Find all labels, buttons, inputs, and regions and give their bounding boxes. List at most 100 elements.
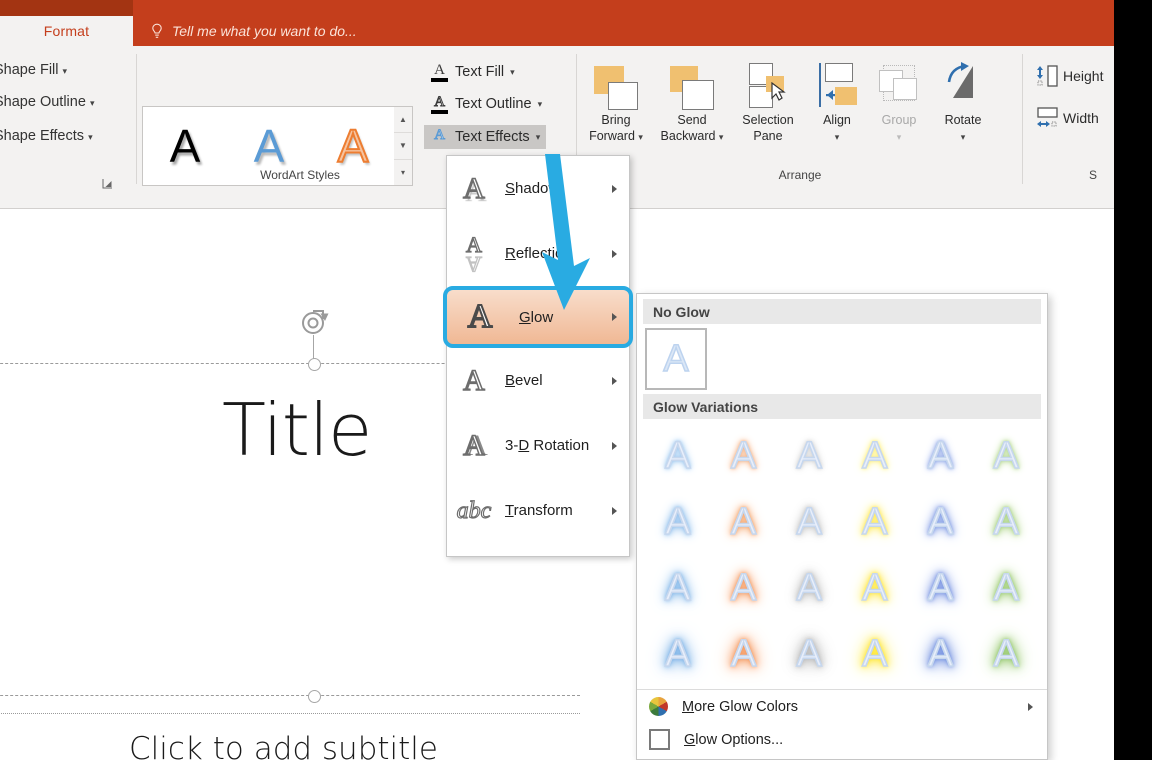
menu-item-shadow[interactable]: A Shadow <box>447 156 629 221</box>
text-fill-button[interactable]: A Text Fill ▾ <box>424 60 521 84</box>
shape-styles-dialog-launcher[interactable] <box>102 178 113 192</box>
glow-variation-letter: A <box>993 569 1018 607</box>
width-field[interactable]: Width <box>1036 106 1099 130</box>
title-bar-left-accent <box>0 0 133 16</box>
dialog-launcher-icon <box>102 178 113 189</box>
text-effects-button[interactable]: A Text Effects ▾ <box>424 125 546 149</box>
glow-variation-cell[interactable]: A <box>908 423 974 489</box>
gallery-scroll-up[interactable]: ▲ <box>394 107 412 133</box>
letter-a-3d-icon: A <box>457 428 491 464</box>
tab-format-label: Format <box>44 23 90 39</box>
align-label: Align <box>808 112 866 128</box>
gallery-scroll-down[interactable]: ▼ <box>394 133 412 159</box>
glow-variation-cell[interactable]: A <box>842 555 908 621</box>
text-outline-button[interactable]: A Text Outline ▾ <box>424 92 548 116</box>
wordart-style-3[interactable]: A <box>338 123 369 169</box>
chevron-down-icon: ▾ <box>63 66 68 76</box>
tell-me-search[interactable]: Tell me what you want to do... <box>150 16 357 46</box>
glow-variation-cell[interactable]: A <box>711 555 777 621</box>
bring-forward-line1: Bring <box>580 112 652 128</box>
menu-item-transform-label: Transform <box>505 502 573 519</box>
glow-variation-cell[interactable]: A <box>711 489 777 555</box>
text-outline-label: Text Outline <box>455 96 532 112</box>
align-button[interactable]: Align ▾ <box>808 60 866 145</box>
subtitle-top-handle[interactable] <box>308 690 321 703</box>
gallery-expand[interactable]: ▾ <box>394 160 412 185</box>
glow-variation-letter: A <box>796 503 821 541</box>
no-glow-letter: A <box>663 338 688 381</box>
glow-variation-letter: A <box>928 635 953 673</box>
more-glow-colors-item[interactable]: More Glow Colors <box>637 690 1047 723</box>
glow-variation-cell[interactable]: A <box>973 423 1039 489</box>
rotate-label: Rotate <box>932 112 994 128</box>
wordart-styles-group-label: WordArt Styles <box>240 168 360 182</box>
bring-forward-button[interactable]: Bring Forward ▾ <box>580 60 652 145</box>
no-glow-swatch[interactable]: A <box>645 328 707 390</box>
glow-variation-letter: A <box>928 503 953 541</box>
rotation-handle-icon[interactable] <box>299 309 329 337</box>
menu-item-reflection[interactable]: A A Reflection <box>447 221 629 286</box>
glow-variation-cell[interactable]: A <box>776 555 842 621</box>
glow-variations-header: Glow Variations <box>643 394 1041 419</box>
glow-variation-letter: A <box>993 503 1018 541</box>
shape-effects-button[interactable]: Shape Effects ▾ <box>0 128 93 144</box>
submenu-arrow-icon <box>612 377 617 385</box>
glow-variation-cell[interactable]: A <box>645 555 711 621</box>
selection-pane-button[interactable]: Selection Pane <box>732 60 804 144</box>
tab-format[interactable]: Format <box>0 16 133 46</box>
glow-variation-cell[interactable]: A <box>908 621 974 687</box>
slide-subtitle[interactable]: Click to add subtitle <box>129 731 438 760</box>
shape-outline-label: Shape Outline <box>0 94 86 110</box>
glow-variation-cell[interactable]: A <box>842 621 908 687</box>
menu-item-bevel[interactable]: A Bevel <box>447 348 629 413</box>
glow-variation-cell[interactable]: A <box>776 489 842 555</box>
powerpoint-window: Format Tell me what you want to do... Sh… <box>0 0 1152 760</box>
glow-variation-cell[interactable]: A <box>776 423 842 489</box>
glow-variation-cell[interactable]: A <box>645 423 711 489</box>
menu-item-transform[interactable]: abc Transform <box>447 478 629 543</box>
glow-variation-cell[interactable]: A <box>842 489 908 555</box>
rotate-button[interactable]: Rotate ▾ <box>932 60 994 145</box>
menu-item-3d-rotation-label: 3-D Rotation <box>505 437 589 454</box>
glow-variation-cell[interactable]: A <box>908 555 974 621</box>
send-backward-line1: Send <box>656 112 728 128</box>
square-outline-icon <box>649 729 670 750</box>
glow-variation-letter: A <box>796 569 821 607</box>
height-field[interactable]: Height <box>1036 64 1103 88</box>
glow-variations-grid: AAAAAAAAAAAAAAAAAAAAAAAA <box>637 419 1047 687</box>
glow-variation-cell[interactable]: A <box>711 423 777 489</box>
shape-outline-button[interactable]: Shape Outline ▾ <box>0 94 94 110</box>
letter-a-shadow-icon: A <box>457 171 491 207</box>
glow-variation-cell[interactable]: A <box>973 621 1039 687</box>
menu-item-glow-label: Glow <box>519 309 553 326</box>
send-backward-button[interactable]: Send Backward ▾ <box>656 60 728 145</box>
glow-variation-cell[interactable]: A <box>842 423 908 489</box>
glow-options-label: Glow Options... <box>684 732 783 748</box>
menu-item-shadow-label: Shadow <box>505 180 559 197</box>
submenu-arrow-icon <box>612 442 617 450</box>
glow-variation-letter: A <box>993 437 1018 475</box>
glow-variation-cell[interactable]: A <box>973 489 1039 555</box>
glow-variation-letter: A <box>665 437 690 475</box>
glow-options-item[interactable]: Glow Options... <box>637 723 1047 756</box>
title-top-handle[interactable] <box>308 358 321 371</box>
more-glow-colors-label: More Glow Colors <box>682 699 798 715</box>
shape-fill-button[interactable]: Shape Fill ▾ <box>0 62 67 78</box>
slide-title[interactable]: Title <box>222 388 371 472</box>
group-button[interactable]: Group ▾ <box>868 60 930 145</box>
wordart-style-2[interactable]: A <box>254 123 285 169</box>
menu-item-glow[interactable]: A Glow <box>443 286 633 348</box>
wordart-gallery-scroll[interactable]: ▲ ▼ ▾ <box>394 106 413 186</box>
text-effects-menu: A Shadow A A Reflection A Glow A <box>446 155 630 557</box>
menu-item-3d-rotation[interactable]: A 3-D Rotation <box>447 413 629 478</box>
menu-item-reflection-label: Reflection <box>505 245 572 262</box>
glow-variation-cell[interactable]: A <box>908 489 974 555</box>
glow-variation-cell[interactable]: A <box>776 621 842 687</box>
chevron-down-icon: ▾ <box>88 132 93 142</box>
glow-variation-cell[interactable]: A <box>645 621 711 687</box>
glow-variation-cell[interactable]: A <box>973 555 1039 621</box>
glow-variation-cell[interactable]: A <box>711 621 777 687</box>
glow-variation-letter: A <box>731 437 756 475</box>
glow-variation-cell[interactable]: A <box>645 489 711 555</box>
wordart-style-1[interactable]: A <box>170 123 201 169</box>
